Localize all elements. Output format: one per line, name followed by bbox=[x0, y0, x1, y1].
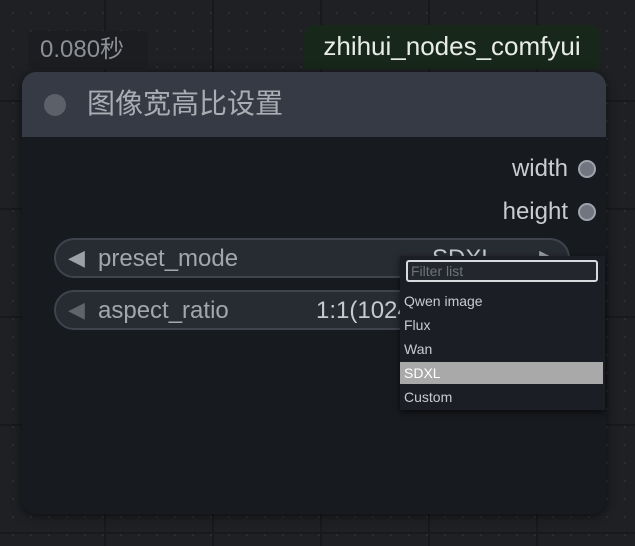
node-header[interactable]: 图像宽高比设置 bbox=[22, 72, 606, 137]
preset-mode-dropdown[interactable]: Qwen image Flux Wan SDXL Custom bbox=[400, 256, 605, 410]
output-width-label: width bbox=[511, 155, 568, 182]
menu-item-wan[interactable]: Wan bbox=[400, 338, 603, 360]
aspect-ratio-value: 1:1(1024 bbox=[316, 297, 411, 324]
menu-item-sdxl[interactable]: SDXL bbox=[400, 362, 603, 384]
menu-item-qwen-image[interactable]: Qwen image bbox=[400, 290, 603, 312]
node-source-tag: zhihui_nodes_comfyui bbox=[304, 25, 600, 69]
output-width-slot-icon[interactable] bbox=[578, 160, 596, 178]
arrow-left-icon[interactable]: ◀ bbox=[68, 245, 85, 271]
menu-item-custom[interactable]: Custom bbox=[400, 386, 603, 408]
filter-list-input[interactable] bbox=[406, 260, 598, 282]
execution-time-badge: 0.080秒 bbox=[28, 31, 148, 69]
collapse-toggle-icon[interactable] bbox=[44, 94, 66, 116]
arrow-left-icon[interactable]: ◀ bbox=[68, 297, 85, 323]
menu-item-flux[interactable]: Flux bbox=[400, 314, 603, 336]
output-width[interactable]: width bbox=[512, 154, 596, 184]
output-height-slot-icon[interactable] bbox=[578, 203, 596, 221]
preset-mode-label: preset_mode bbox=[98, 245, 239, 272]
node-title: 图像宽高比设置 bbox=[87, 88, 284, 119]
output-height-label: height bbox=[502, 198, 568, 225]
aspect-ratio-label: aspect_ratio bbox=[98, 297, 229, 324]
output-height[interactable]: height bbox=[503, 197, 596, 227]
